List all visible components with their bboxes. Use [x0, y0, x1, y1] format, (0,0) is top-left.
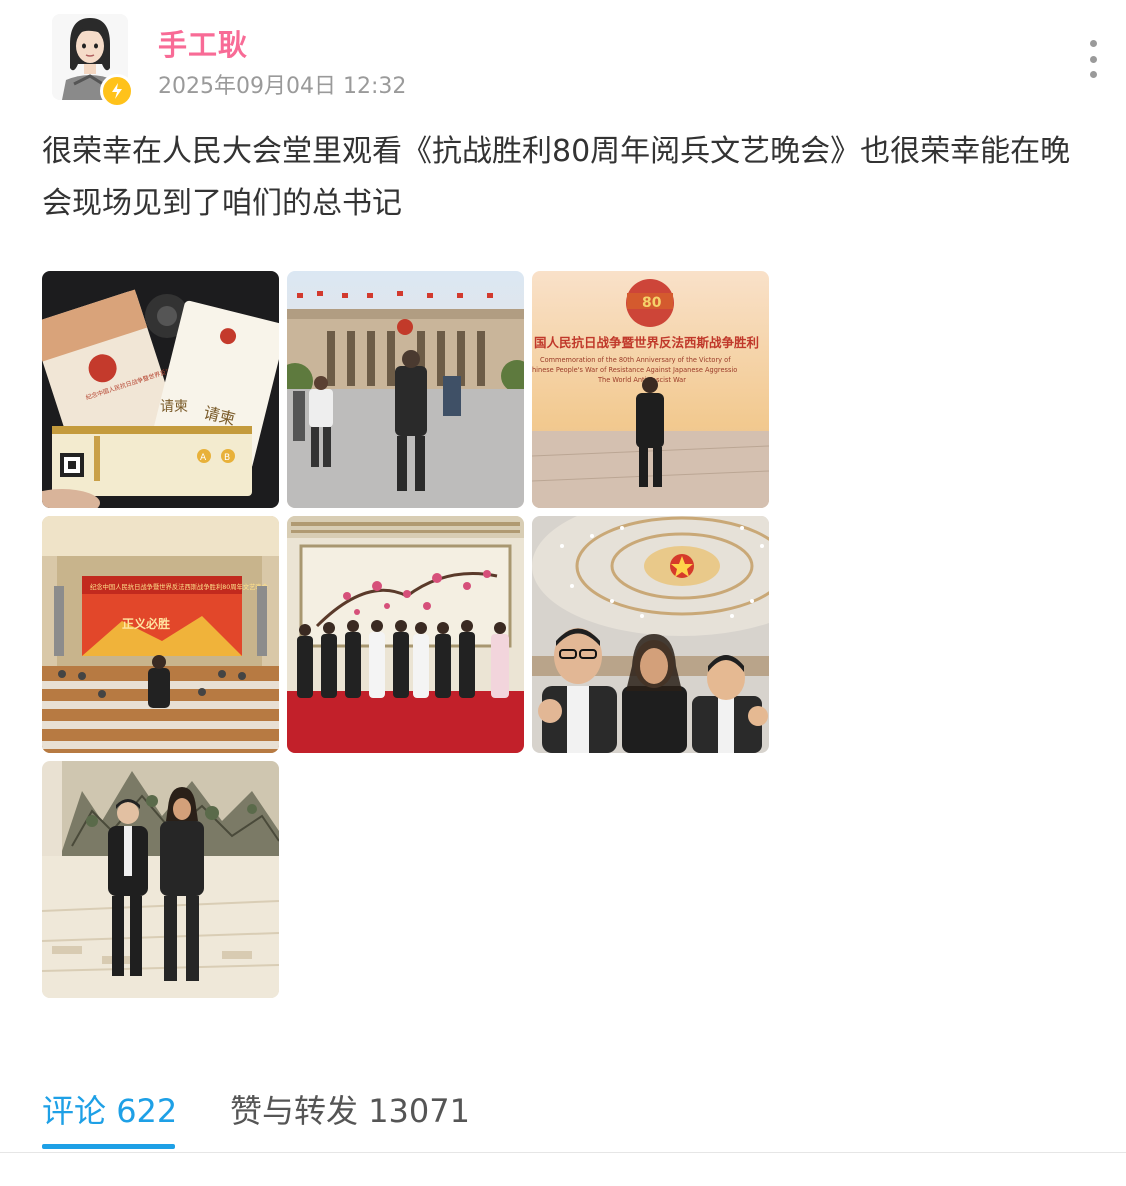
photo-landscape-painting[interactable]	[42, 761, 279, 998]
anniversary-badge: 80	[642, 295, 662, 311]
tab-likes-reposts[interactable]: 赞与转发 13071	[230, 1086, 470, 1132]
photo-group-plum-painting[interactable]	[287, 516, 524, 753]
photo-auditorium-stage[interactable]: 纪念中国人民抗日战争暨世界反法西斯战争胜利80周年文艺晚会 正义必胜	[42, 516, 279, 753]
author-avatar[interactable]	[52, 14, 134, 108]
more-dot-icon	[1089, 40, 1097, 47]
seat-a: A	[200, 453, 207, 463]
active-tab-indicator	[42, 1144, 175, 1149]
author-name[interactable]: 手工耿	[158, 22, 248, 64]
stage-slogan: 正义必胜	[122, 616, 170, 631]
tab-likes-label: 赞与转发	[230, 1092, 359, 1130]
post-timestamp: 2025年09月04日 12:32	[158, 74, 407, 99]
backdrop-line3: The World Anti-Fascist War	[597, 376, 686, 384]
tab-bar: 评论 622 赞与转发 13071	[0, 1070, 1126, 1153]
ticket-label-a: 请柬	[160, 399, 188, 415]
backdrop-banner: 国人民抗日战争暨世界反法西斯战争胜利	[534, 335, 759, 350]
more-options-button[interactable]	[1080, 40, 1106, 78]
tab-comments-label: 评论	[42, 1092, 107, 1130]
photo-grid: 纪念中国人民抗日战争暨世界反法西斯战争胜利80周年文艺晚会 请柬 请柬 A B	[42, 271, 769, 998]
tab-comments[interactable]: 评论 622	[42, 1086, 177, 1132]
seat-b: B	[224, 453, 230, 463]
more-dot-icon	[1089, 71, 1097, 78]
stage-banner: 纪念中国人民抗日战争暨世界反法西斯战争胜利80周年文艺晚会	[90, 582, 269, 591]
more-dot-icon	[1089, 55, 1097, 63]
photo-commemoration-backdrop[interactable]: 80 国人民抗日战争暨世界反法西斯战争胜利 Commemoration of t…	[532, 271, 769, 508]
lightning-icon	[100, 74, 134, 108]
post-header: 手工耿 2025年09月04日 12:32	[0, 0, 1126, 120]
tab-comments-count: 622	[116, 1092, 178, 1130]
tab-likes-count: 13071	[368, 1092, 470, 1130]
post-text: 很荣幸在人民大会堂里观看《抗战胜利80周年阅兵文艺晚会》也很荣幸能在晚会现场见到…	[42, 134, 1071, 221]
backdrop-line1: Commemoration of the 80th Anniversary of…	[540, 356, 731, 364]
photo-great-hall-exterior[interactable]	[287, 271, 524, 508]
backdrop-line2: hinese People's War of Resistance Agains…	[532, 366, 737, 374]
photo-invitation-tickets[interactable]: 纪念中国人民抗日战争暨世界反法西斯战争胜利80周年文艺晚会 请柬 请柬 A B	[42, 271, 279, 508]
photo-ceiling-selfie[interactable]	[532, 516, 769, 753]
